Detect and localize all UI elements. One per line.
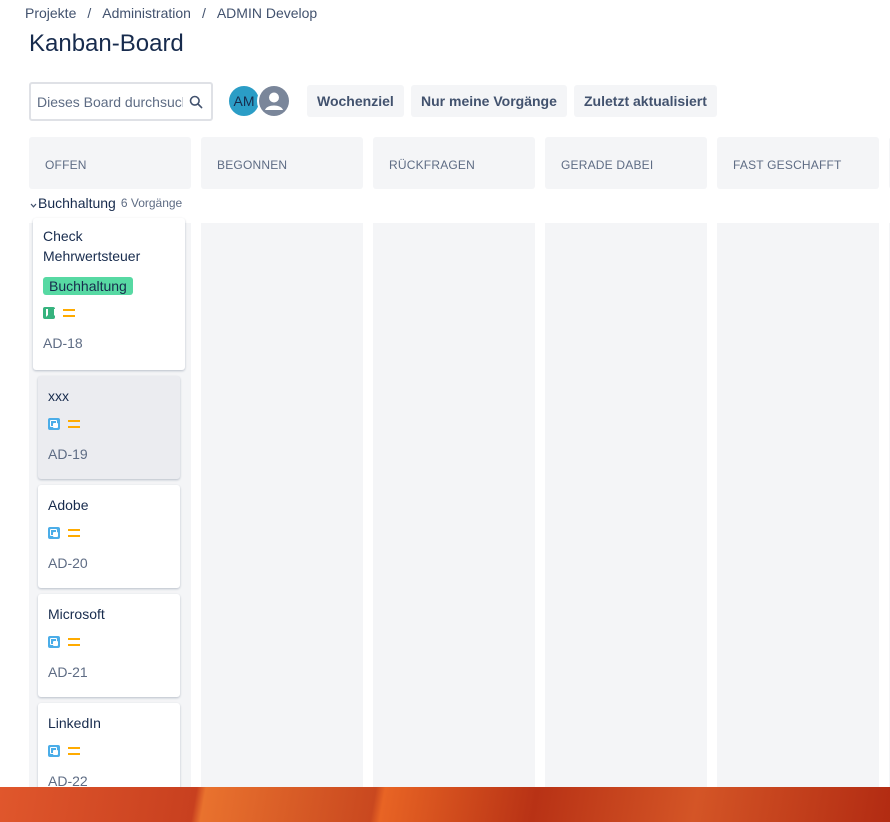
search-input[interactable] bbox=[37, 93, 183, 110]
avatar-group: AM bbox=[227, 84, 291, 118]
search-icon bbox=[189, 95, 203, 108]
swimlane-count: 6 Vorgänge bbox=[120, 196, 183, 210]
card-key: AD-19 bbox=[48, 446, 88, 462]
subtask-icon bbox=[48, 745, 60, 757]
column-header-offen: OFFEN bbox=[29, 137, 191, 189]
breadcrumb-separator: / bbox=[87, 5, 92, 21]
breadcrumb-projects[interactable]: Projekte bbox=[25, 5, 76, 21]
avatar-am[interactable]: AM bbox=[227, 84, 261, 118]
page-title: Kanban-Board bbox=[29, 30, 184, 57]
kanban-app: Projekte / Administration / ADMIN Develo… bbox=[0, 0, 890, 787]
card-label: Buchhaltung bbox=[43, 277, 133, 295]
column-rueckfragen bbox=[373, 223, 535, 787]
filter-recently-updated[interactable]: Zuletzt aktualisiert bbox=[574, 85, 717, 117]
subtask-icon bbox=[48, 527, 60, 539]
priority-medium-icon bbox=[68, 747, 80, 755]
chevron-down-icon bbox=[30, 203, 37, 208]
story-icon bbox=[43, 307, 56, 319]
subtask-icon bbox=[48, 636, 60, 648]
column-begonnen bbox=[201, 223, 363, 787]
card-title: Adobe bbox=[48, 497, 89, 513]
breadcrumb-administration[interactable]: Administration bbox=[102, 5, 191, 21]
column-gerade-dabei bbox=[545, 223, 707, 787]
card-key: AD-18 bbox=[43, 335, 83, 351]
column-header-gerade-dabei: GERADE DABEI bbox=[545, 137, 707, 189]
card-title: xxx bbox=[48, 388, 69, 404]
issue-card[interactable]: Check Mehrwertsteuer Buchhaltung AD-18 bbox=[33, 218, 185, 370]
user-icon bbox=[259, 86, 289, 116]
subtask-icon bbox=[48, 418, 60, 430]
filter-wochenziel[interactable]: Wochenziel bbox=[307, 85, 404, 117]
breadcrumb-separator: / bbox=[201, 5, 206, 21]
card-key: AD-22 bbox=[48, 773, 88, 787]
priority-medium-icon bbox=[68, 529, 80, 537]
card-title: Check Mehrwertsteuer bbox=[43, 228, 141, 264]
board-search[interactable] bbox=[29, 82, 213, 121]
filter-only-my-issues[interactable]: Nur meine Vorgänge bbox=[411, 85, 567, 117]
card-icons bbox=[48, 745, 170, 757]
card-title: LinkedIn bbox=[48, 715, 101, 731]
column-fast-geschafft bbox=[717, 223, 879, 787]
priority-medium-icon bbox=[68, 638, 80, 646]
swimlane-header[interactable]: Buchhaltung 6 Vorgänge bbox=[29, 195, 182, 211]
card-icons bbox=[48, 418, 170, 430]
issue-card[interactable]: Microsoft AD-21 bbox=[38, 594, 180, 697]
column-header-begonnen: BEGONNEN bbox=[201, 137, 363, 189]
breadcrumb-project[interactable]: ADMIN Develop bbox=[217, 5, 317, 21]
card-key: AD-20 bbox=[48, 555, 88, 571]
swimlane-name: Buchhaltung bbox=[38, 195, 116, 211]
issue-card[interactable]: Adobe AD-20 bbox=[38, 485, 180, 588]
avatar-unassigned[interactable] bbox=[257, 84, 291, 118]
column-header-rueckfragen: RÜCKFRAGEN bbox=[373, 137, 535, 189]
priority-medium-icon bbox=[68, 420, 80, 428]
card-icons bbox=[48, 527, 170, 539]
card-title: Microsoft bbox=[48, 606, 105, 622]
priority-medium-icon bbox=[63, 309, 75, 317]
card-key: AD-21 bbox=[48, 664, 88, 680]
desktop-wallpaper-strip bbox=[0, 787, 890, 822]
issue-card[interactable]: xxx AD-19 bbox=[38, 376, 180, 479]
column-header-fast-geschafft: FAST GESCHAFFT bbox=[717, 137, 879, 189]
issue-card[interactable]: LinkedIn AD-22 bbox=[38, 703, 180, 787]
card-icons bbox=[48, 636, 170, 648]
card-icons bbox=[43, 307, 175, 319]
breadcrumb: Projekte / Administration / ADMIN Develo… bbox=[25, 5, 317, 21]
